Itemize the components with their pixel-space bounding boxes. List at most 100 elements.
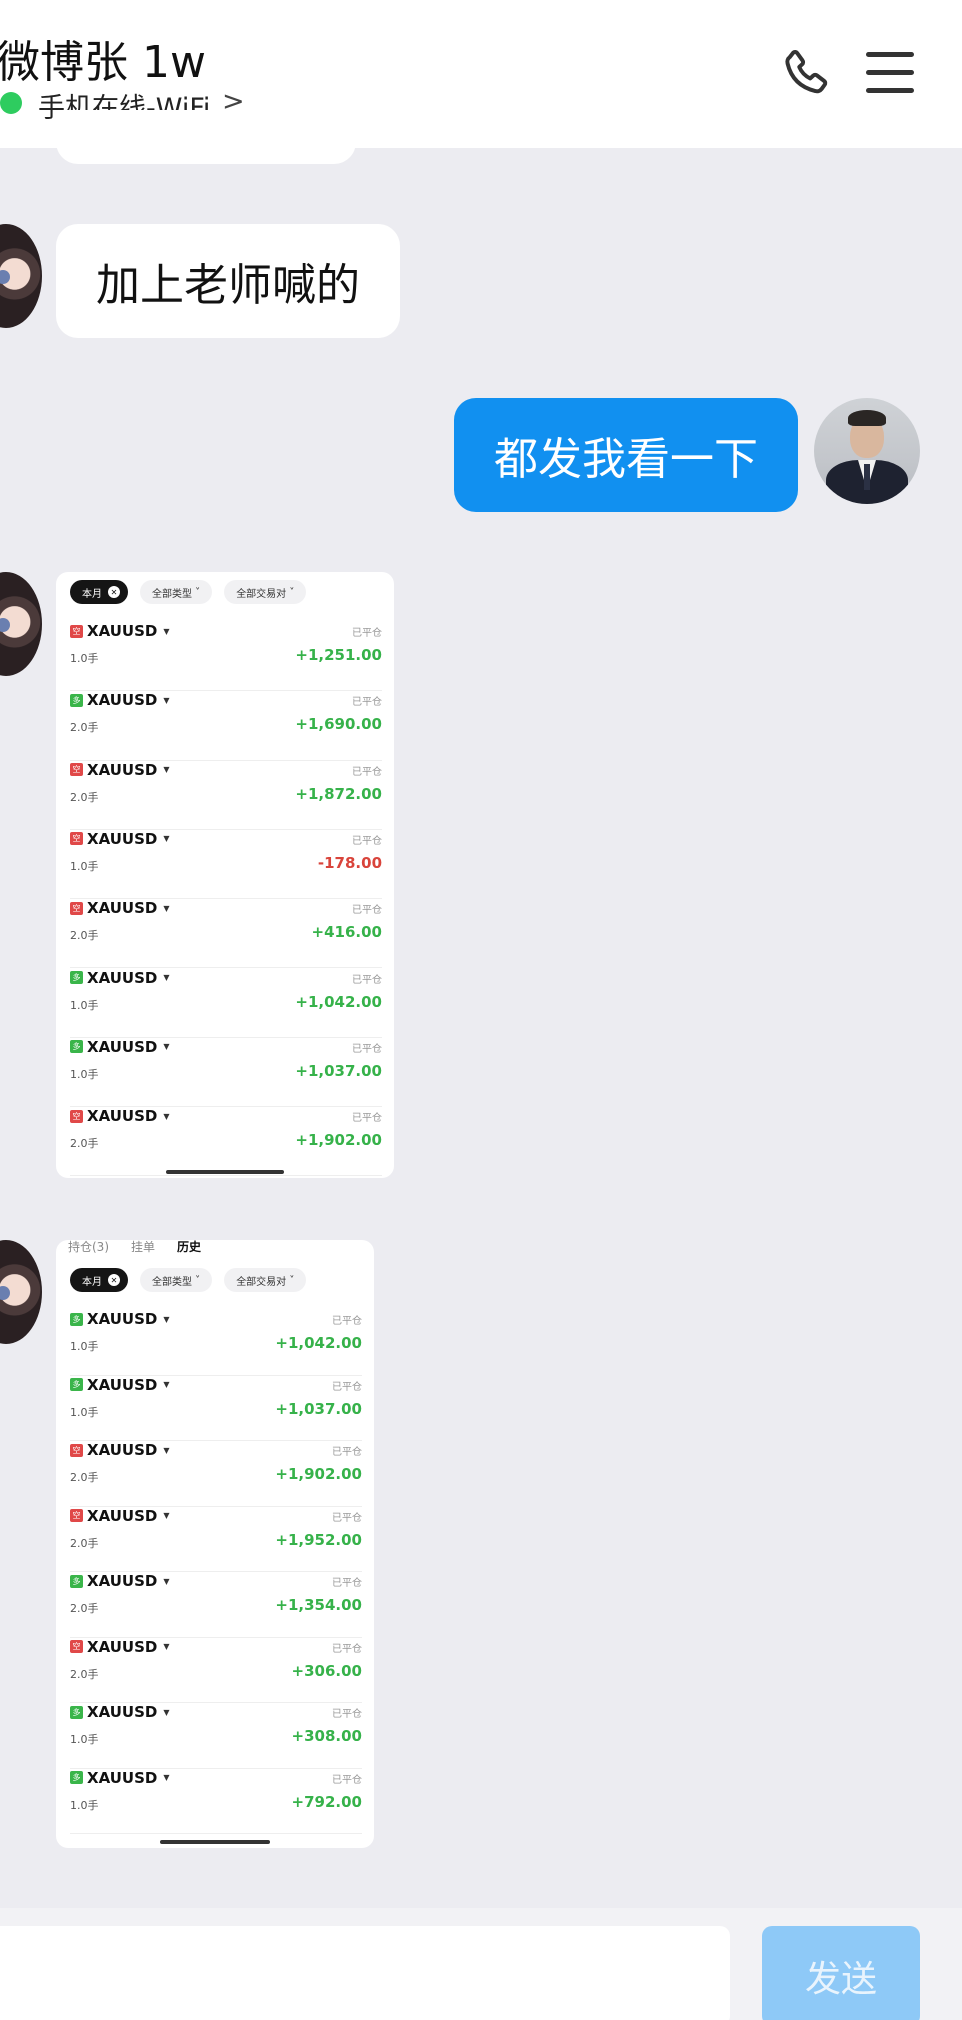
- trade-lots: 2.0手: [70, 929, 99, 943]
- trade-symbol: 多 XAUUSD ▼: [70, 969, 169, 987]
- trade-side-badge: 多: [70, 1378, 83, 1391]
- trade-row: 多 XAUUSD ▼ 2.0手 已平仓 +1,690.00: [70, 691, 382, 761]
- sender-avatar[interactable]: [0, 224, 42, 328]
- close-icon: ✕: [108, 586, 120, 598]
- trade-status: 已平仓: [352, 697, 382, 709]
- trade-row: 空 XAUUSD ▼ 2.0手 已平仓 +306.00: [70, 1638, 362, 1703]
- trade-status: 已平仓: [332, 1316, 362, 1327]
- trade-symbol: 多 XAUUSD ▼: [70, 1310, 169, 1328]
- trade-status: 已平仓: [352, 974, 382, 986]
- caret-down-icon: ▼: [163, 1111, 170, 1121]
- message-input[interactable]: [0, 1926, 730, 2020]
- trade-lots: 2.0手: [70, 1471, 99, 1484]
- send-button[interactable]: 发送: [762, 1926, 920, 2020]
- trade-pnl: +792.00: [291, 1792, 362, 1811]
- symbol-label: XAUUSD: [87, 1506, 158, 1525]
- pair-filter-chip: 全部交易对 ˅: [224, 580, 307, 604]
- trade-row: 空 XAUUSD ▼ 1.0手 已平仓 -178.00: [70, 830, 382, 900]
- symbol-label: XAUUSD: [87, 1441, 158, 1459]
- menu-icon[interactable]: [866, 52, 914, 94]
- caret-down-icon: ▼: [163, 626, 170, 636]
- trade-side-badge: 空: [70, 1109, 83, 1123]
- caret-down-icon: ▼: [163, 1042, 170, 1052]
- tab-history: 历史: [177, 1240, 202, 1254]
- caret-down-icon: ▼: [163, 1380, 170, 1389]
- trade-status: 已平仓: [352, 835, 382, 847]
- trade-lots: 1.0手: [70, 1340, 99, 1353]
- home-indicator: [166, 1170, 284, 1174]
- tab-positions: 持仓(3): [68, 1240, 109, 1254]
- trade-side-badge: 多: [70, 1771, 83, 1784]
- incoming-message[interactable]: 加上老师喊的: [56, 224, 400, 338]
- trade-side-badge: 多: [70, 693, 83, 707]
- trade-status: 已平仓: [332, 1774, 362, 1786]
- trade-status: 已平仓: [332, 1643, 362, 1655]
- caret-down-icon: ▼: [163, 1314, 170, 1324]
- symbol-label: XAUUSD: [87, 1310, 158, 1328]
- message-composer: 发送: [0, 1908, 962, 2020]
- trade-status: 已平仓: [332, 1578, 362, 1589]
- trade-history-image-1[interactable]: 本月 ✕ 全部类型 ˅ 全部交易对 ˅ 空 XAUUSD ▼ 1.0手 已平仓 +1,251…: [56, 572, 394, 1178]
- sender-avatar[interactable]: [0, 1240, 42, 1344]
- trade-status: 已平仓: [332, 1381, 362, 1393]
- trade-lots: 2.0手: [70, 1667, 99, 1681]
- symbol-label: XAUUSD: [87, 1572, 158, 1590]
- trade-history-image-2[interactable]: 持仓(3) 挂单 历史 本月 ✕ 全部类型 ˅ 全部交易对 ˅ 多 XAUUSD ▼ 1…: [56, 1240, 374, 1848]
- trade-lots: 2.0手: [70, 721, 99, 735]
- trade-pnl: +306.00: [291, 1661, 362, 1680]
- trade-lots: 1.0手: [70, 1405, 99, 1419]
- close-icon: ✕: [108, 1274, 120, 1286]
- trade-row: 多 XAUUSD ▼ 1.0手 已平仓 +1,042.00: [70, 1310, 362, 1376]
- trade-row: 多 XAUUSD ▼ 1.0手 已平仓 +792.00: [70, 1768, 362, 1834]
- caret-down-icon: ▼: [163, 695, 170, 705]
- trade-symbol: 空 XAUUSD ▼: [70, 899, 169, 917]
- symbol-label: XAUUSD: [87, 1037, 158, 1056]
- caret-down-icon: ▼: [163, 1773, 170, 1782]
- own-avatar[interactable]: [814, 398, 920, 504]
- trade-side-badge: 空: [70, 1640, 83, 1653]
- trade-status: 已平仓: [332, 1512, 362, 1524]
- trade-lots: 2.0手: [70, 1602, 99, 1615]
- trade-side-badge: 空: [70, 763, 83, 777]
- caret-down-icon: ▼: [163, 765, 170, 775]
- trade-row: 多 XAUUSD ▼ 1.0手 已平仓 +308.00: [70, 1703, 362, 1769]
- trade-symbol: 多 XAUUSD ▼: [70, 1376, 169, 1394]
- trade-symbol: 空 XAUUSD ▼: [70, 1638, 169, 1656]
- pair-filter-chip: 全部交易对 ˅: [224, 1268, 307, 1292]
- trade-status: 已平仓: [332, 1709, 362, 1720]
- trade-lots: 2.0手: [70, 1536, 99, 1550]
- symbol-label: XAUUSD: [87, 1107, 158, 1126]
- home-indicator: [160, 1840, 270, 1844]
- outgoing-message[interactable]: 都发我看一下: [454, 398, 798, 512]
- trade-symbol: 空 XAUUSD ▼: [70, 622, 169, 640]
- symbol-label: XAUUSD: [87, 899, 158, 918]
- trade-side-badge: 多: [70, 971, 83, 984]
- trade-row: 空 XAUUSD ▼ 2.0手 已平仓 +1,902.00: [70, 1107, 382, 1177]
- chat-title[interactable]: 微博张 1w: [0, 26, 206, 90]
- caret-down-icon: ▼: [163, 1642, 170, 1651]
- position-tabs: 持仓(3) 挂单 历史: [68, 1240, 201, 1255]
- symbol-label: XAUUSD: [87, 829, 158, 848]
- trade-side-badge: 空: [70, 1509, 83, 1522]
- trade-side-badge: 空: [70, 624, 83, 638]
- month-filter-chip: 本月 ✕: [70, 580, 128, 604]
- symbol-label: XAUUSD: [87, 1768, 158, 1787]
- tab-orders: 挂单: [131, 1240, 156, 1254]
- trade-lots: 1.0手: [70, 652, 99, 665]
- trade-lots: 2.0手: [70, 1137, 99, 1151]
- trade-pnl: +1,872.00: [295, 784, 382, 803]
- trade-symbol: 空 XAUUSD ▼: [70, 1507, 169, 1525]
- trade-pnl: +1,037.00: [295, 1061, 382, 1080]
- trade-row: 多 XAUUSD ▼ 2.0手 已平仓 +1,354.00: [70, 1572, 362, 1638]
- sender-avatar[interactable]: [0, 572, 42, 676]
- trade-symbol: 空 XAUUSD ▼: [70, 830, 169, 848]
- trade-status: 已平仓: [352, 1113, 382, 1125]
- phone-icon[interactable]: [778, 46, 834, 102]
- trade-pnl: +416.00: [311, 923, 382, 942]
- trade-status: 已平仓: [332, 1447, 362, 1458]
- caret-down-icon: ▼: [163, 1707, 170, 1717]
- trade-row: 空 XAUUSD ▼ 2.0手 已平仓 +1,952.00: [70, 1507, 362, 1572]
- trade-row: 多 XAUUSD ▼ 1.0手 已平仓 +1,037.00: [70, 1037, 382, 1108]
- trade-status: 已平仓: [352, 766, 382, 778]
- trade-lots: 2.0手: [70, 790, 99, 804]
